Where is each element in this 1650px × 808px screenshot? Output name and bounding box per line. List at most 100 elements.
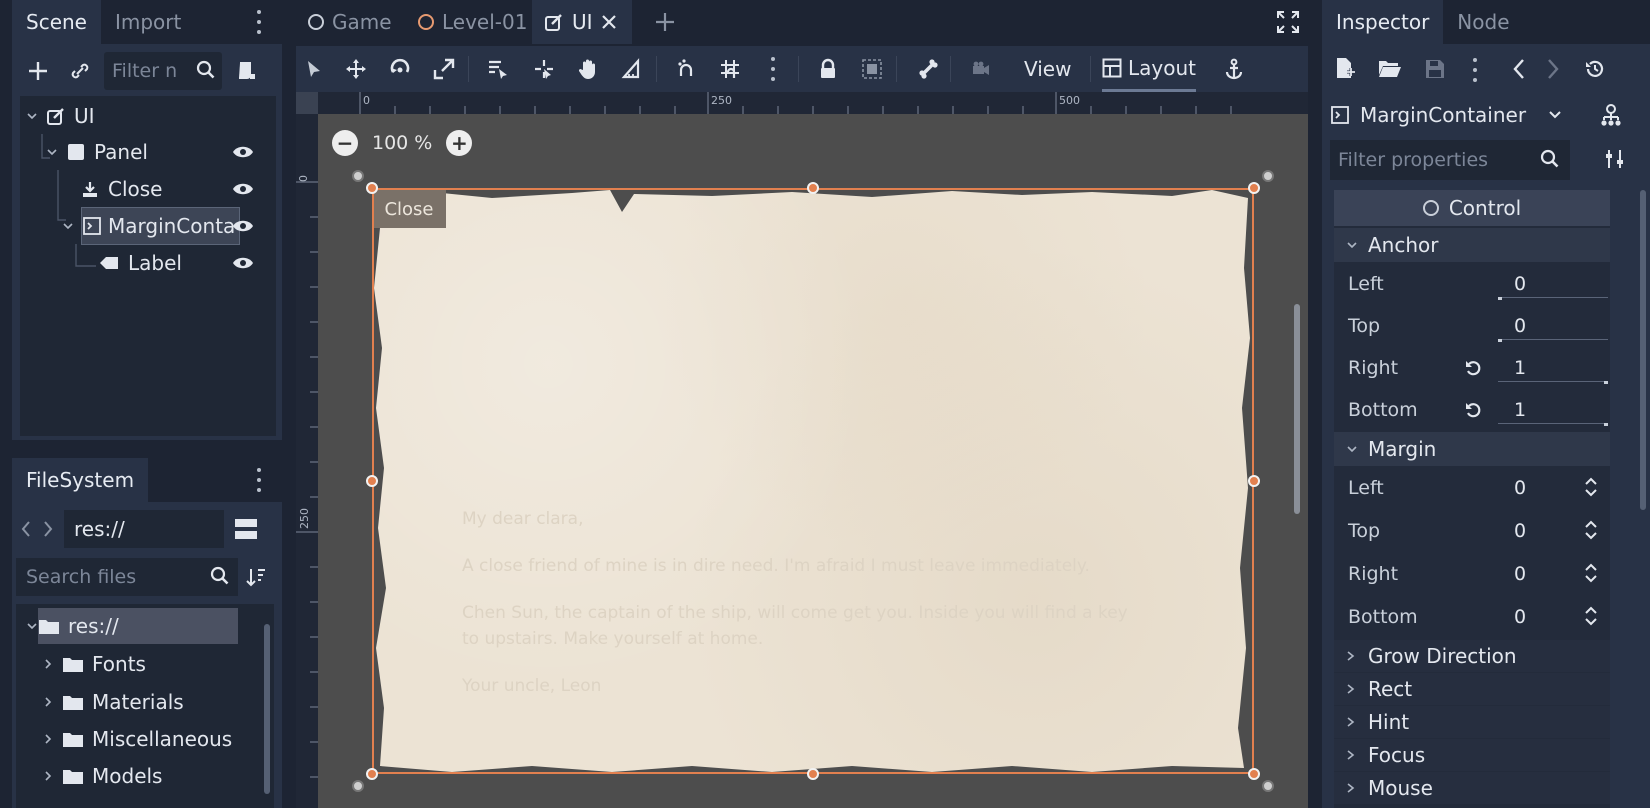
tab-scene[interactable]: Scene bbox=[12, 0, 101, 44]
slider-track[interactable] bbox=[1498, 297, 1608, 298]
instance-scene-icon[interactable] bbox=[62, 53, 98, 89]
move-tool-icon[interactable] bbox=[338, 51, 374, 87]
slider-track[interactable] bbox=[1498, 381, 1608, 382]
margin-top-value[interactable]: 0 bbox=[1514, 520, 1526, 542]
anchor-top-value[interactable]: 0 bbox=[1514, 315, 1526, 337]
split-view-icon[interactable] bbox=[234, 518, 258, 540]
forward-arrow-icon[interactable] bbox=[42, 520, 54, 538]
margin-right-value[interactable]: 0 bbox=[1514, 563, 1526, 585]
chevron-right-icon[interactable] bbox=[42, 658, 54, 670]
resize-handle-bottom-right[interactable] bbox=[1248, 768, 1260, 780]
anchor-pin-bottom-left[interactable] bbox=[352, 780, 364, 792]
layout-menu-button[interactable]: Layout bbox=[1102, 46, 1196, 92]
recent-history-icon[interactable] bbox=[1584, 58, 1606, 80]
revert-icon[interactable] bbox=[1464, 400, 1484, 420]
group-icon[interactable] bbox=[854, 51, 890, 87]
margin-left-value[interactable]: 0 bbox=[1514, 477, 1526, 499]
add-node-icon[interactable] bbox=[20, 53, 56, 89]
rotate-tool-icon[interactable] bbox=[382, 51, 418, 87]
tab-filesystem[interactable]: FileSystem bbox=[12, 458, 149, 502]
distraction-free-icon[interactable] bbox=[1276, 10, 1300, 34]
scene-dock-menu-icon[interactable] bbox=[256, 10, 262, 34]
tab-import[interactable]: Import bbox=[101, 0, 195, 44]
visibility-eye-icon[interactable] bbox=[232, 145, 254, 159]
slider-grabber[interactable] bbox=[1604, 381, 1608, 384]
camera-icon[interactable] bbox=[962, 51, 998, 87]
anchor-icon[interactable] bbox=[1216, 51, 1252, 87]
revert-icon[interactable] bbox=[1464, 358, 1484, 378]
resize-handle-bottom[interactable] bbox=[807, 768, 819, 780]
save-icon[interactable] bbox=[1424, 58, 1446, 80]
group-rect[interactable]: Rect bbox=[1334, 673, 1610, 705]
history-forward-icon[interactable] bbox=[1546, 58, 1560, 80]
zoom-out-button[interactable]: − bbox=[332, 130, 358, 156]
snap-options-menu-icon[interactable] bbox=[770, 57, 776, 81]
tab-ui[interactable]: UI bbox=[532, 0, 632, 44]
filesystem-scrollbar[interactable] bbox=[264, 624, 270, 794]
slider-track[interactable] bbox=[1498, 339, 1608, 340]
margin-bottom-value[interactable]: 0 bbox=[1514, 606, 1526, 628]
view-menu-button[interactable]: View bbox=[1024, 46, 1071, 92]
fs-item-fonts[interactable]: Fonts bbox=[42, 646, 146, 682]
zoom-in-button[interactable]: + bbox=[446, 130, 473, 156]
spinner-arrows-icon[interactable] bbox=[1584, 519, 1598, 541]
spinner-arrows-icon[interactable] bbox=[1584, 605, 1598, 627]
visibility-eye-icon[interactable] bbox=[232, 182, 254, 196]
new-resource-icon[interactable] bbox=[1334, 56, 1356, 80]
slider-grabber[interactable] bbox=[1604, 423, 1608, 426]
filesystem-menu-icon[interactable] bbox=[256, 468, 262, 492]
new-tab-button[interactable] bbox=[642, 0, 688, 44]
sort-icon[interactable] bbox=[238, 559, 274, 595]
node-hierarchy-icon[interactable] bbox=[1598, 102, 1624, 128]
spinner-arrows-icon[interactable] bbox=[1584, 562, 1598, 584]
tab-level-01[interactable]: Level-01 bbox=[406, 0, 539, 44]
inspector-scrollbar[interactable] bbox=[1640, 190, 1646, 510]
close-icon[interactable] bbox=[601, 14, 617, 30]
resize-handle-right[interactable] bbox=[1248, 475, 1260, 487]
visibility-eye-icon[interactable] bbox=[232, 219, 254, 233]
slider-track[interactable] bbox=[1498, 423, 1608, 424]
pivot-tool-icon[interactable] bbox=[526, 51, 562, 87]
lock-icon[interactable] bbox=[810, 51, 846, 87]
anchor-right-value[interactable]: 1 bbox=[1514, 357, 1526, 379]
fs-item-models[interactable]: Models bbox=[42, 758, 162, 794]
group-grow-direction[interactable]: Grow Direction bbox=[1334, 640, 1610, 672]
group-margin[interactable]: Margin bbox=[1334, 432, 1610, 466]
inspector-menu-icon[interactable] bbox=[1472, 58, 1478, 82]
resize-handle-top-right[interactable] bbox=[1248, 182, 1260, 194]
scene-filter-input[interactable]: Filter n bbox=[104, 52, 222, 90]
chevron-right-icon[interactable] bbox=[42, 696, 54, 708]
history-back-icon[interactable] bbox=[1512, 58, 1526, 80]
bone-icon[interactable] bbox=[910, 51, 946, 87]
pan-tool-icon[interactable] bbox=[570, 51, 606, 87]
anchor-pin-top-left[interactable] bbox=[352, 170, 364, 182]
chevron-down-icon[interactable] bbox=[26, 620, 38, 632]
resize-handle-top-left[interactable] bbox=[366, 182, 378, 194]
property-options-icon[interactable] bbox=[1604, 148, 1626, 170]
anchor-pin-bottom-right[interactable] bbox=[1262, 780, 1274, 792]
chevron-right-icon[interactable] bbox=[42, 733, 54, 745]
object-class-selector[interactable]: MarginContainer bbox=[1330, 96, 1630, 134]
section-control[interactable]: Control bbox=[1334, 190, 1610, 226]
group-hint[interactable]: Hint bbox=[1334, 706, 1610, 738]
attach-script-icon[interactable] bbox=[228, 53, 264, 89]
horizontal-ruler[interactable]: 0 250 500 bbox=[296, 92, 1308, 114]
slider-grabber[interactable] bbox=[1498, 339, 1502, 342]
group-anchor[interactable]: Anchor bbox=[1334, 228, 1610, 262]
tab-inspector[interactable]: Inspector bbox=[1322, 0, 1444, 44]
group-mouse[interactable]: Mouse bbox=[1334, 772, 1610, 804]
slider-grabber[interactable] bbox=[1498, 297, 1502, 300]
resize-handle-left[interactable] bbox=[366, 475, 378, 487]
anchor-left-value[interactable]: 0 bbox=[1514, 273, 1526, 295]
fs-item-miscellaneous[interactable]: Miscellaneous bbox=[42, 721, 232, 757]
back-arrow-icon[interactable] bbox=[20, 520, 32, 538]
path-input[interactable]: res:// bbox=[64, 510, 224, 548]
fs-item-materials[interactable]: Materials bbox=[42, 684, 184, 720]
canvas-viewport[interactable]: 0 250 500 0 250 − 100 % + My dear clara,… bbox=[296, 92, 1308, 808]
visibility-eye-icon[interactable] bbox=[232, 256, 254, 270]
ruler-tool-icon[interactable] bbox=[614, 51, 650, 87]
group-focus[interactable]: Focus bbox=[1334, 739, 1610, 771]
viewport-scrollbar[interactable] bbox=[1294, 304, 1300, 514]
fs-item-root[interactable]: res:// bbox=[38, 608, 238, 644]
list-select-icon[interactable] bbox=[480, 51, 516, 87]
